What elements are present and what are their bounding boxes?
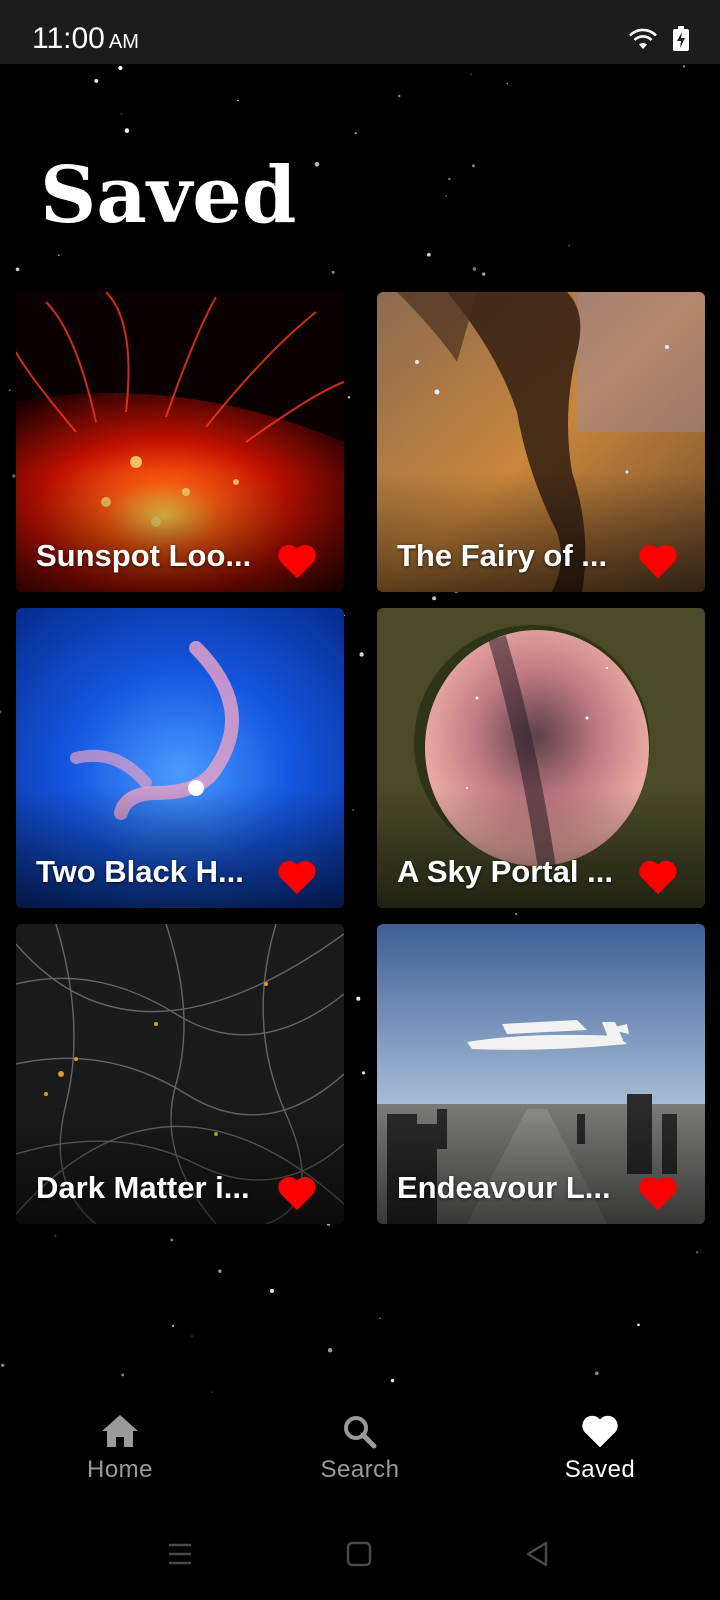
nav-search[interactable]: Search — [280, 1413, 440, 1484]
heart-icon[interactable] — [637, 1174, 679, 1212]
star — [121, 1373, 125, 1377]
star — [237, 99, 239, 102]
back-triangle-icon[interactable] — [524, 1541, 550, 1567]
star — [594, 1371, 599, 1376]
star — [427, 252, 431, 257]
star — [696, 1251, 699, 1254]
star — [118, 65, 123, 71]
search-icon — [344, 1416, 377, 1449]
star — [472, 267, 477, 271]
star — [331, 270, 335, 274]
status-bar: 11:00 AM — [0, 0, 720, 64]
star — [359, 652, 364, 657]
star — [447, 177, 451, 181]
star — [361, 1071, 366, 1075]
saved-card-fairy[interactable]: The Fairy of ... — [377, 292, 705, 592]
star — [314, 161, 320, 167]
card-title: A Sky Portal ... — [397, 854, 613, 889]
heart-icon[interactable] — [276, 858, 318, 896]
star — [54, 1235, 57, 1237]
star — [637, 1323, 640, 1327]
star — [515, 913, 518, 916]
system-nav-bar — [0, 1515, 720, 1600]
heart-icon[interactable] — [637, 542, 679, 580]
bottom-nav: Home Search Saved — [0, 1395, 720, 1515]
saved-card-sunspot[interactable]: Sunspot Loo... — [16, 292, 344, 592]
star — [124, 128, 130, 133]
status-ampm: AM — [108, 31, 139, 53]
heart-icon[interactable] — [276, 542, 318, 580]
saved-card-black-holes[interactable]: Two Black H... — [16, 608, 344, 908]
saved-card-endeavour[interactable]: Endeavour L... — [377, 924, 705, 1224]
star — [327, 1348, 333, 1353]
status-clock: 11:00 AM — [32, 22, 139, 56]
saved-card-dark-matter[interactable]: Dark Matter i... — [16, 924, 344, 1224]
nav-home-label: Home — [86, 1456, 154, 1483]
home-icon — [102, 1415, 138, 1447]
home-square-icon[interactable] — [346, 1541, 372, 1567]
star — [390, 1378, 395, 1383]
card-title: Endeavour L... — [397, 1170, 611, 1205]
heart-icon[interactable] — [276, 1174, 318, 1212]
nav-home[interactable]: Home — [40, 1413, 200, 1484]
star — [270, 1288, 274, 1293]
page-title: Saved — [40, 150, 297, 241]
star — [120, 112, 123, 115]
star — [482, 272, 486, 276]
star — [356, 996, 361, 1001]
star — [172, 1324, 175, 1327]
star — [8, 389, 11, 392]
card-title: Two Black H... — [36, 854, 244, 889]
saved-card-sky-portal[interactable]: A Sky Portal ... — [377, 608, 705, 908]
status-time: 11:00 — [32, 22, 105, 55]
card-title: Sunspot Loo... — [36, 538, 252, 573]
star — [471, 164, 475, 168]
heart-icon — [582, 1415, 618, 1448]
star — [191, 1335, 193, 1337]
nav-saved[interactable]: Saved — [520, 1413, 680, 1484]
star — [445, 195, 447, 198]
battery-charging-icon — [673, 26, 689, 51]
star — [15, 267, 20, 272]
star — [379, 1317, 381, 1320]
star — [170, 1238, 174, 1242]
card-title: Dark Matter i... — [36, 1170, 250, 1205]
star — [398, 94, 401, 98]
star — [347, 395, 351, 399]
menu-icon[interactable] — [166, 1541, 194, 1567]
wifi-icon — [629, 28, 657, 49]
star — [0, 710, 2, 714]
card-title: The Fairy of ... — [397, 538, 608, 573]
star — [0, 1363, 5, 1368]
star — [568, 244, 571, 247]
nav-search-label: Search — [320, 1456, 400, 1483]
star — [470, 73, 472, 75]
star — [57, 254, 60, 257]
star — [218, 1269, 222, 1273]
star — [211, 1391, 213, 1393]
star — [352, 809, 354, 811]
star — [432, 596, 437, 601]
star — [94, 78, 99, 83]
star — [506, 82, 509, 85]
status-icons — [628, 26, 690, 52]
nav-saved-label: Saved — [564, 1456, 636, 1483]
heart-icon[interactable] — [637, 858, 679, 896]
star — [682, 65, 686, 68]
star — [354, 132, 357, 135]
